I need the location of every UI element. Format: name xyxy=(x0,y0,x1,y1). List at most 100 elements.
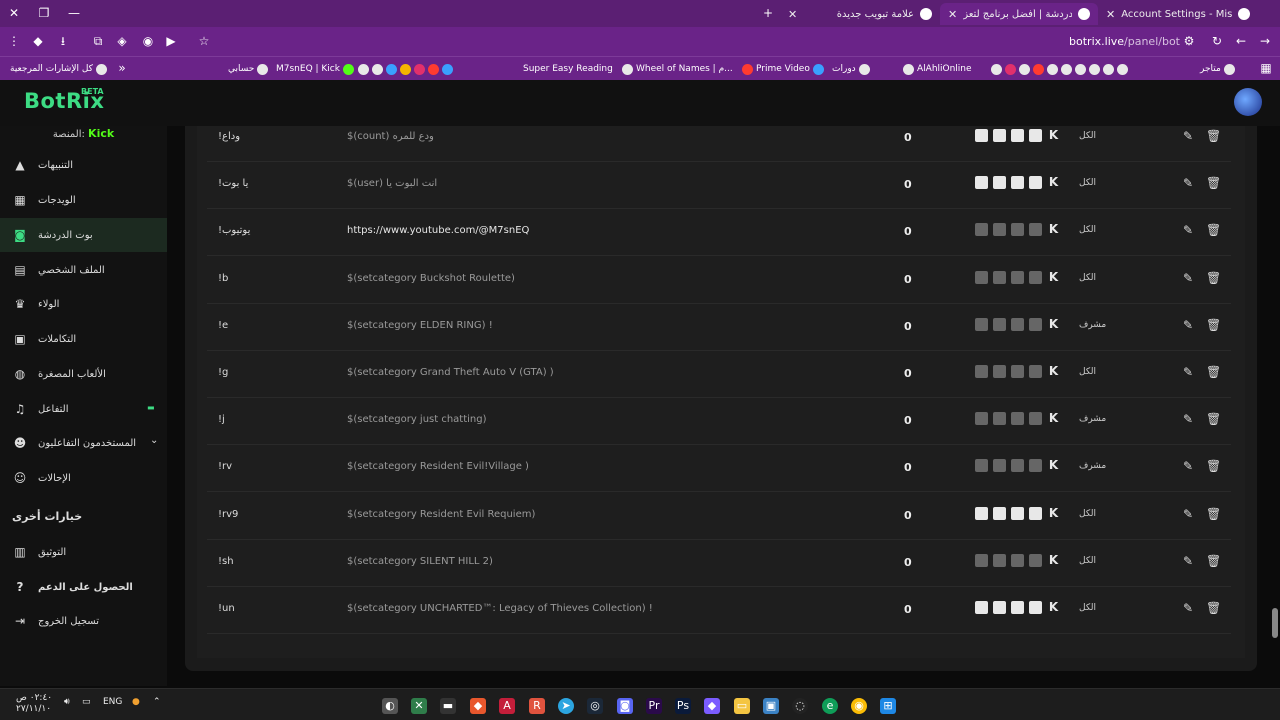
app-icon[interactable]: ◆ xyxy=(704,698,720,714)
terminal-icon[interactable]: ▬ xyxy=(440,698,456,714)
delete-icon[interactable]: 🗑︎ xyxy=(1206,129,1221,143)
bookmark-icons-group[interactable] xyxy=(358,61,453,77)
sidebar-item-support[interactable]: ? الحصول على الدعم xyxy=(0,570,167,604)
steam-icon[interactable]: ◎ xyxy=(587,698,603,714)
restore-window-icon[interactable]: ❐ xyxy=(34,4,54,22)
clock[interactable]: ٠٢:٤٠ ص ٢٧/١١/١٠ xyxy=(16,693,52,715)
tab-chatbot[interactable]: ✕ بوت الدردشة | أفضل برنامج لتعز xyxy=(940,3,1098,25)
bookmark-courses[interactable]: دورات xyxy=(832,61,870,77)
delete-icon[interactable]: 🗑︎ xyxy=(1206,365,1221,379)
network-icon[interactable]: ▭ xyxy=(82,697,91,707)
chrome-icon[interactable]: ◉ xyxy=(851,698,867,714)
new-tab-icon[interactable]: + xyxy=(758,4,778,22)
bookmark-super-easy-reading[interactable]: Super Easy Reading xyxy=(523,61,613,77)
reload-icon[interactable]: ↻ xyxy=(1209,33,1225,49)
windows-start-icon[interactable]: ⊞ xyxy=(880,698,896,714)
download-icon[interactable]: ⭳ xyxy=(55,33,71,49)
bookmark-prime-video[interactable]: Prime Video xyxy=(742,61,824,77)
extension-icon[interactable]: ◈ xyxy=(114,33,130,49)
menu-icon[interactable]: ⋮ xyxy=(6,33,22,49)
bookmark-star-icon[interactable]: ☆ xyxy=(196,33,212,49)
chevron-left-icon[interactable]: » xyxy=(114,60,130,76)
sidebar-item-referrals[interactable]: ☺ الإحالات xyxy=(0,461,167,495)
sidebar-item-integrations[interactable]: ▣ التكاملات xyxy=(0,322,167,356)
speaker-icon[interactable]: 🔊︎ xyxy=(64,697,70,707)
bookmark-kick[interactable]: M7snEQ | Kick xyxy=(276,61,354,77)
app-icon[interactable]: A xyxy=(499,698,515,714)
bookmark-stores[interactable]: متاجر xyxy=(1200,61,1235,77)
edit-icon[interactable]: ✎ xyxy=(1181,318,1195,332)
bookmark-my-account[interactable]: حسابي xyxy=(228,61,269,77)
extension-icon[interactable]: ◆ xyxy=(30,33,46,49)
sidebar-item-profile[interactable]: ▤ الملف الشخصي xyxy=(0,253,167,287)
tray-chevron-icon[interactable]: ⌃ xyxy=(153,697,161,707)
delete-icon[interactable]: 🗑︎ xyxy=(1206,601,1221,615)
sidebar-item-docs[interactable]: ▥ التوثيق xyxy=(0,535,167,569)
trovo-icon xyxy=(975,507,988,520)
edit-icon[interactable]: ✎ xyxy=(1181,223,1195,237)
youtube-extension-icon[interactable]: ▶ xyxy=(163,33,179,49)
site-settings-icon[interactable]: ⚙ xyxy=(1181,33,1197,49)
sidebar-item-loyalty[interactable]: ♛ الولاء xyxy=(0,287,167,321)
delete-icon[interactable]: 🗑︎ xyxy=(1206,459,1221,473)
grid-icon[interactable]: ▦ xyxy=(1258,60,1274,76)
delete-icon[interactable]: 🗑︎ xyxy=(1206,318,1221,332)
tab-close-icon[interactable]: ✕ xyxy=(1106,8,1115,21)
tab-close-icon[interactable]: ✕ xyxy=(948,8,957,21)
close-window-icon[interactable]: ✕ xyxy=(4,4,24,22)
sidebar-item-chatbot[interactable]: ◙ بوت الدردشة xyxy=(0,218,167,252)
edge-icon[interactable]: e xyxy=(822,698,838,714)
sidebar-item-interactive-users[interactable]: ☻ المستخدمون التفاعليون ⌄ xyxy=(0,426,167,460)
premiere-icon[interactable]: Pr xyxy=(646,698,662,714)
address-bar[interactable]: botrix.live/panel/bot xyxy=(1060,35,1180,48)
language-indicator[interactable]: ENG xyxy=(103,697,122,707)
edit-icon[interactable]: ✎ xyxy=(1181,365,1195,379)
brave-icon[interactable]: ◆ xyxy=(470,698,486,714)
sidebar-item-minigames[interactable]: ◍ الألعاب المصغرة xyxy=(0,357,167,391)
bookmark-all[interactable]: كل الإشارات المرجعية xyxy=(10,61,107,77)
chevron-down-icon[interactable]: ⌄ xyxy=(150,435,158,446)
scrollbar[interactable] xyxy=(1272,608,1278,638)
delete-icon[interactable]: 🗑︎ xyxy=(1206,507,1221,521)
app-icon[interactable]: ◌ xyxy=(792,698,808,714)
delete-icon[interactable]: 🗑︎ xyxy=(1206,554,1221,568)
delete-icon[interactable]: 🗑︎ xyxy=(1206,223,1221,237)
extensions-puzzle-icon[interactable]: ⧉ xyxy=(90,33,106,49)
sidebar-item-widgets[interactable]: ▦ الويدجات xyxy=(0,183,167,217)
app-icon[interactable]: R xyxy=(529,698,545,714)
edit-icon[interactable]: ✎ xyxy=(1181,176,1195,190)
bookmark-icons-group-2[interactable] xyxy=(991,61,1128,77)
edit-icon[interactable]: ✎ xyxy=(1181,412,1195,426)
sidebar-item-interaction[interactable]: ♫ التفاعل ▬ xyxy=(0,392,167,426)
folder-icon xyxy=(858,63,870,75)
sidebar-item-alerts[interactable]: ▲ التنبيهات xyxy=(0,148,167,182)
edit-icon[interactable]: ✎ xyxy=(1181,271,1195,285)
minimize-window-icon[interactable]: — xyxy=(64,4,84,22)
tab-account-settings[interactable]: ✕ Account Settings - MissXss AI B xyxy=(1098,3,1258,25)
avatar[interactable] xyxy=(1234,88,1262,116)
telegram-icon[interactable]: ➤ xyxy=(558,698,574,714)
extension-icon[interactable]: ◉ xyxy=(140,33,156,49)
app-icon[interactable]: ◐ xyxy=(382,698,398,714)
sidebar-item-logout[interactable]: ⇥ تسجيل الخروج xyxy=(0,604,167,638)
bookmark-wheel-of-names[interactable]: Wheel of Names | م... xyxy=(622,61,733,77)
bookmark-alahli[interactable]: AlAhliOnline xyxy=(903,61,972,77)
edit-icon[interactable]: ✎ xyxy=(1181,601,1195,615)
discord-icon[interactable]: ◙ xyxy=(617,698,633,714)
store-icon[interactable]: ▣ xyxy=(763,698,779,714)
edit-icon[interactable]: ✎ xyxy=(1181,459,1195,473)
delete-icon[interactable]: 🗑︎ xyxy=(1206,271,1221,285)
back-icon[interactable]: → xyxy=(1257,33,1273,49)
edit-icon[interactable]: ✎ xyxy=(1181,507,1195,521)
delete-icon[interactable]: 🗑︎ xyxy=(1206,176,1221,190)
delete-icon[interactable]: 🗑︎ xyxy=(1206,412,1221,426)
edit-icon[interactable]: ✎ xyxy=(1181,554,1195,568)
app-icon[interactable]: ✕ xyxy=(411,698,427,714)
photoshop-icon[interactable]: Ps xyxy=(675,698,691,714)
microphone-icon[interactable]: ● xyxy=(132,697,140,707)
tab-close-icon[interactable]: ✕ xyxy=(788,8,797,21)
file-explorer-icon[interactable]: ▭ xyxy=(734,698,750,714)
tab-new-tab[interactable]: ✕ علامة تبويب جديدة xyxy=(780,3,940,25)
forward-icon[interactable]: ← xyxy=(1233,33,1249,49)
edit-icon[interactable]: ✎ xyxy=(1181,129,1195,143)
